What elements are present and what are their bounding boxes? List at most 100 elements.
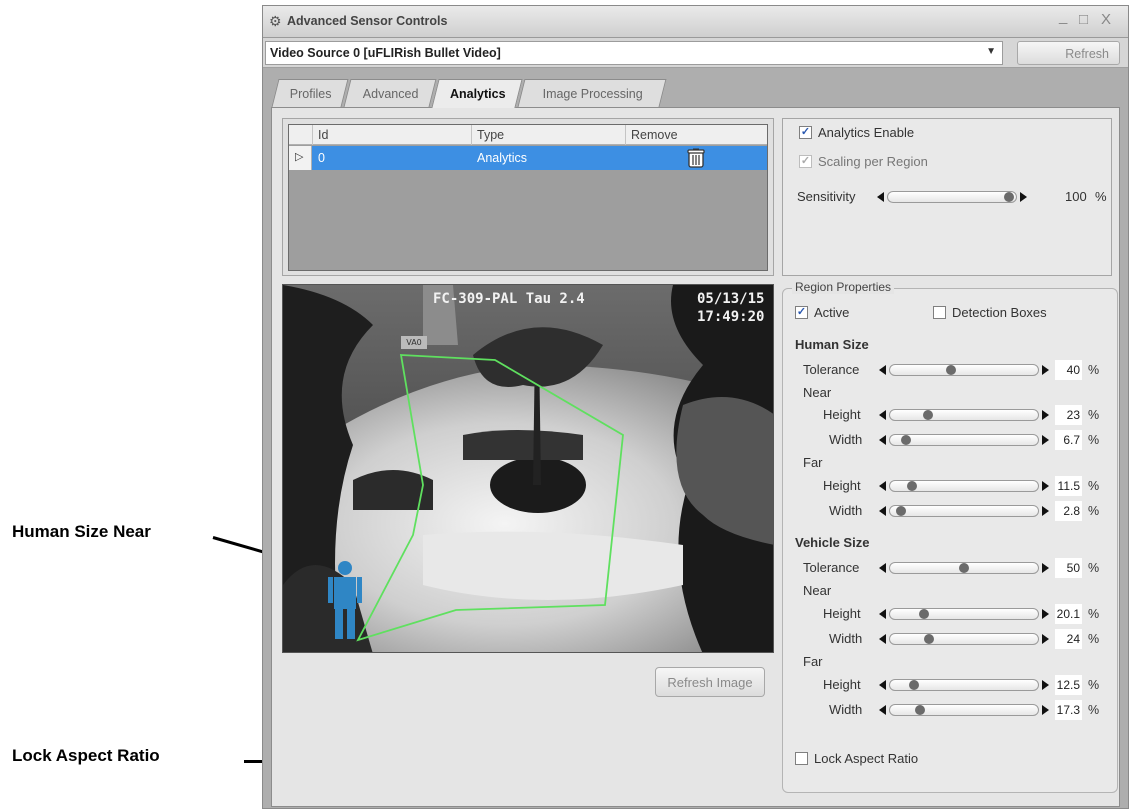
slider-thumb[interactable] xyxy=(895,506,906,516)
analytics-enable-checkbox[interactable]: ✓ Analytics Enable xyxy=(799,125,914,140)
checkbox-empty[interactable] xyxy=(795,752,808,765)
human-size-heading: Human Size xyxy=(795,337,869,352)
chevron-down-icon[interactable]: ▼ xyxy=(986,46,996,57)
vehicle-far-width-slider[interactable] xyxy=(879,703,1049,717)
refresh-image-button[interactable]: Refresh Image xyxy=(655,667,765,697)
lock-aspect-ratio-checkbox[interactable]: Lock Aspect Ratio xyxy=(795,751,918,766)
arrow-right-icon[interactable] xyxy=(1042,506,1049,516)
vehicle-tolerance-unit: % xyxy=(1088,561,1100,575)
arrow-right-icon[interactable] xyxy=(1042,481,1049,491)
arrow-left-icon[interactable] xyxy=(879,680,886,690)
active-checkbox[interactable]: ✓ Active xyxy=(795,305,849,320)
minimize-button[interactable]: _ xyxy=(1059,8,1067,25)
slider-thumb[interactable] xyxy=(922,410,933,420)
arrow-right-icon[interactable] xyxy=(1042,435,1049,445)
human-far-width-slider[interactable] xyxy=(879,504,1049,518)
checkbox-check-icon[interactable]: ✓ xyxy=(799,126,812,139)
human-far-width-label: Width xyxy=(829,503,863,518)
camera-time: 17:49:20 xyxy=(697,309,765,325)
arrow-left-icon[interactable] xyxy=(879,435,886,445)
vehicle-near-height-label: Height xyxy=(823,606,861,621)
arrow-right-icon[interactable] xyxy=(1020,192,1027,202)
arrow-left-icon[interactable] xyxy=(879,609,886,619)
checkbox-check-icon[interactable]: ✓ xyxy=(795,306,808,319)
human-near-width-value[interactable]: 6.7 xyxy=(1055,430,1082,450)
region-properties-panel: ✓ Active Detection Boxes Human Size Tole… xyxy=(782,288,1118,793)
source-bar: Video Source 0 [uFLIRish Bullet Video] ▼… xyxy=(263,38,1128,68)
arrow-left-icon[interactable] xyxy=(879,705,886,715)
vehicle-near-height-value[interactable]: 20.1 xyxy=(1055,604,1082,624)
maximize-button[interactable]: □ xyxy=(1079,11,1088,28)
slider-thumb[interactable] xyxy=(1004,192,1014,202)
thermal-scene-image xyxy=(283,285,773,652)
sensitivity-value: 100 xyxy=(1065,189,1087,204)
vehicle-far-width-label: Width xyxy=(829,702,863,717)
arrow-right-icon[interactable] xyxy=(1042,410,1049,420)
vehicle-near-width-value[interactable]: 24 xyxy=(1055,629,1082,649)
arrow-left-icon[interactable] xyxy=(879,410,886,420)
vehicle-near-width-unit: % xyxy=(1088,632,1100,646)
video-source-select[interactable]: Video Source 0 [uFLIRish Bullet Video] ▼ xyxy=(265,41,1003,65)
human-tolerance-unit: % xyxy=(1088,363,1100,377)
human-near-height-slider[interactable] xyxy=(879,408,1049,422)
arrow-right-icon[interactable] xyxy=(1042,365,1049,375)
analytics-options-panel: ✓ Analytics Enable ✓ Scaling per Region … xyxy=(782,118,1112,276)
arrow-left-icon[interactable] xyxy=(879,506,886,516)
slider-thumb[interactable] xyxy=(959,563,969,573)
vehicle-far-width-value[interactable]: 17.3 xyxy=(1055,700,1082,720)
arrow-left-icon[interactable] xyxy=(879,481,886,491)
arrow-left-icon[interactable] xyxy=(879,365,886,375)
close-button[interactable]: X xyxy=(1101,11,1111,28)
refresh-button[interactable]: Refresh xyxy=(1017,41,1120,65)
vehicle-far-height-value[interactable]: 12.5 xyxy=(1055,675,1082,695)
human-tolerance-slider[interactable] xyxy=(879,363,1049,377)
table-row[interactable]: ▷ 0 Analytics xyxy=(289,146,767,170)
human-far-height-value[interactable]: 11.5 xyxy=(1055,476,1082,496)
arrow-left-icon[interactable] xyxy=(879,563,886,573)
arrow-right-icon[interactable] xyxy=(1042,609,1049,619)
region-tag: VA0 xyxy=(401,336,427,349)
tab-analytics[interactable]: Analytics xyxy=(431,79,523,108)
column-header-id: Id xyxy=(318,128,329,142)
vehicle-near-width-slider[interactable] xyxy=(879,632,1049,646)
arrow-right-icon[interactable] xyxy=(1042,680,1049,690)
regions-table-panel: Id Type Remove ▷ 0 Analytics xyxy=(282,118,774,276)
human-far-width-value[interactable]: 2.8 xyxy=(1055,501,1082,521)
slider-thumb[interactable] xyxy=(918,609,929,619)
checkbox-empty[interactable] xyxy=(933,306,946,319)
arrow-left-icon[interactable] xyxy=(877,192,884,202)
human-tolerance-value[interactable]: 40 xyxy=(1055,360,1082,380)
human-near-width-slider[interactable] xyxy=(879,433,1049,447)
arrow-right-icon[interactable] xyxy=(1042,563,1049,573)
detection-boxes-checkbox[interactable]: Detection Boxes xyxy=(933,305,1047,320)
arrow-right-icon[interactable] xyxy=(1042,634,1049,644)
trash-icon[interactable] xyxy=(687,148,705,168)
vehicle-tolerance-slider[interactable] xyxy=(879,561,1049,575)
arrow-left-icon[interactable] xyxy=(879,634,886,644)
human-far-height-label: Height xyxy=(823,478,861,493)
vehicle-far-height-slider[interactable] xyxy=(879,678,1049,692)
human-far-height-unit: % xyxy=(1088,479,1100,493)
human-near-height-value[interactable]: 23 xyxy=(1055,405,1082,425)
slider-thumb[interactable] xyxy=(908,680,919,690)
vehicle-tolerance-value[interactable]: 50 xyxy=(1055,558,1082,578)
slider-thumb[interactable] xyxy=(900,435,911,445)
arrow-right-icon[interactable] xyxy=(1042,705,1049,715)
vehicle-near-label: Near xyxy=(803,583,832,598)
human-near-label: Near xyxy=(803,385,832,400)
vehicle-far-height-label: Height xyxy=(823,677,861,692)
camera-preview: FC-309-PAL Tau 2.4 05/13/15 17:49:20 VA0 xyxy=(282,284,774,653)
sensitivity-slider[interactable] xyxy=(877,190,1027,204)
tab-profiles[interactable]: Profiles xyxy=(271,79,349,107)
scaling-per-region-checkbox[interactable]: ✓ Scaling per Region xyxy=(799,154,928,169)
checkbox-check-icon[interactable]: ✓ xyxy=(799,155,812,168)
row-id: 0 xyxy=(318,151,325,165)
table-header: Id Type Remove xyxy=(289,125,767,145)
slider-thumb[interactable] xyxy=(945,365,956,375)
vehicle-near-height-slider[interactable] xyxy=(879,607,1049,621)
human-far-label: Far xyxy=(803,455,823,470)
human-far-height-slider[interactable] xyxy=(879,479,1049,493)
vehicle-near-height-unit: % xyxy=(1088,607,1100,621)
tab-advanced[interactable]: Advanced xyxy=(343,79,437,107)
tab-image-processing[interactable]: Image Processing xyxy=(517,79,667,107)
